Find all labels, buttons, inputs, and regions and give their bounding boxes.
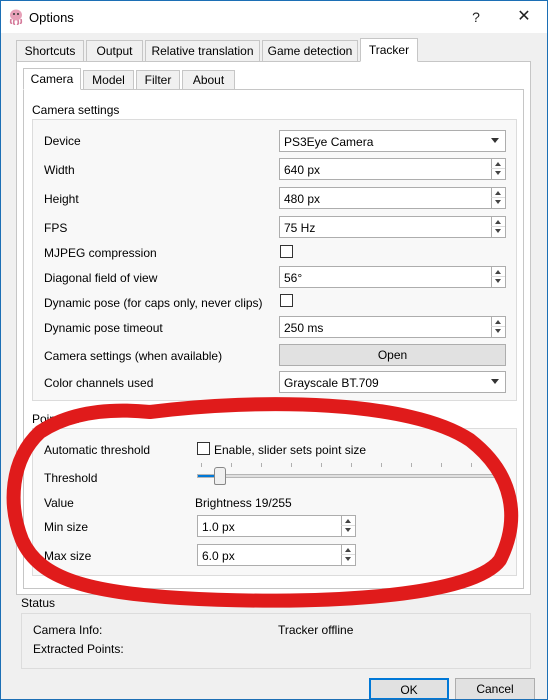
spin-up-icon[interactable] (341, 545, 355, 555)
dynamic-pose-label: Dynamic pose (for caps only, never clips… (44, 296, 263, 310)
slider-tick (351, 463, 352, 467)
fov-value: 56° (284, 271, 303, 285)
spin-down-icon[interactable] (341, 526, 355, 536)
camera-info-value: Tracker offline (278, 623, 354, 637)
min-size-label: Min size (44, 520, 89, 534)
fps-value: 75 Hz (284, 221, 316, 235)
min-size-spinbox[interactable]: 1.0 px (197, 515, 356, 537)
tab-relative-translation[interactable]: Relative translation (145, 40, 260, 62)
width-label: Width (44, 163, 75, 177)
auto-threshold-check-label[interactable]: Enable, slider sets point size (214, 443, 366, 457)
auto-threshold-checkbox[interactable] (197, 442, 210, 455)
camera-settings-open-label: Camera settings (when available) (44, 349, 223, 363)
max-size-label: Max size (44, 549, 92, 563)
threshold-slider-track[interactable] (197, 474, 505, 478)
spin-down-icon[interactable] (341, 555, 355, 565)
slider-tick (201, 463, 202, 467)
min-size-value: 1.0 px (202, 520, 235, 534)
chevron-down-icon (491, 138, 499, 143)
threshold-slider-handle[interactable] (214, 467, 227, 485)
mjpeg-label: MJPEG compression (44, 246, 157, 260)
tab-model[interactable]: Model (83, 70, 134, 90)
spin-up-icon[interactable] (491, 267, 505, 277)
color-channels-label: Color channels used (44, 376, 154, 390)
height-spinbox[interactable]: 480 px (279, 187, 506, 209)
slider-tick (411, 463, 412, 467)
dynamic-pose-timeout-spinbox[interactable]: 250 ms (279, 316, 506, 338)
dynamic-pose-timeout-value: 250 ms (284, 321, 324, 335)
brightness-value: Brightness 19/255 (195, 496, 292, 510)
device-label: Device (44, 134, 81, 148)
tab-filter[interactable]: Filter (136, 70, 180, 90)
fps-label: FPS (44, 221, 68, 235)
fov-spinbox[interactable]: 56° (279, 266, 506, 288)
spin-down-icon[interactable] (491, 198, 505, 208)
slider-tick (231, 463, 232, 467)
height-label: Height (44, 192, 79, 206)
spin-up-icon[interactable] (491, 188, 505, 198)
title-bar: Options ? ✕ (1, 1, 547, 33)
slider-tick (261, 463, 262, 467)
tab-game-detection[interactable]: Game detection (262, 40, 358, 62)
auto-threshold-label: Automatic threshold (44, 443, 151, 457)
chevron-down-icon (491, 379, 499, 384)
color-channels-value: Grayscale BT.709 (284, 376, 379, 390)
slider-tick (471, 463, 472, 467)
fov-label: Diagonal field of view (44, 271, 158, 285)
camera-settings-title: Camera settings (32, 103, 120, 117)
fps-spinbox[interactable]: 75 Hz (279, 216, 506, 238)
device-value: PS3Eye Camera (284, 135, 374, 149)
slider-tick (501, 463, 502, 467)
height-value: 480 px (284, 192, 321, 206)
width-spinbox[interactable]: 640 px (279, 158, 506, 180)
spin-up-icon[interactable] (491, 217, 505, 227)
camera-info-label: Camera Info: (33, 623, 103, 637)
spin-down-icon[interactable] (491, 327, 505, 337)
extracted-points-label: Extracted Points: (33, 642, 124, 656)
spin-down-icon[interactable] (491, 277, 505, 287)
slider-tick (291, 463, 292, 467)
help-button[interactable]: ? (453, 1, 499, 33)
open-camera-settings-button[interactable]: Open (279, 344, 506, 366)
close-button[interactable]: ✕ (501, 1, 547, 33)
dynamic-pose-timeout-label: Dynamic pose timeout (44, 321, 163, 335)
point-extraction-title: Point ext (32, 412, 79, 426)
tab-output[interactable]: Output (86, 40, 143, 62)
tab-about[interactable]: About (182, 70, 235, 90)
status-group (21, 613, 531, 669)
ok-button[interactable]: OK (369, 678, 449, 699)
dynamic-pose-checkbox[interactable] (280, 294, 293, 307)
octopus-app-icon (9, 9, 23, 25)
spin-down-icon[interactable] (491, 227, 505, 237)
slider-tick (321, 463, 322, 467)
width-value: 640 px (284, 163, 321, 177)
max-size-spinbox[interactable]: 6.0 px (197, 544, 356, 566)
tab-camera[interactable]: Camera (23, 68, 81, 90)
window-title: Options (29, 10, 74, 25)
cancel-button[interactable]: Cancel (455, 678, 535, 699)
spin-up-icon[interactable] (491, 317, 505, 327)
color-channels-select[interactable]: Grayscale BT.709 (279, 371, 506, 393)
max-size-value: 6.0 px (202, 549, 235, 563)
options-dialog: Options ? ✕ Shortcuts Output Relative tr… (0, 0, 548, 700)
slider-tick (381, 463, 382, 467)
value-label: Value (44, 496, 74, 510)
tab-shortcuts[interactable]: Shortcuts (16, 40, 84, 62)
spin-down-icon[interactable] (491, 169, 505, 179)
threshold-label: Threshold (44, 471, 98, 485)
device-select[interactable]: PS3Eye Camera (279, 130, 506, 152)
slider-tick (441, 463, 442, 467)
spin-up-icon[interactable] (491, 159, 505, 169)
spin-up-icon[interactable] (341, 516, 355, 526)
tab-tracker[interactable]: Tracker (360, 38, 418, 62)
mjpeg-checkbox[interactable] (280, 245, 293, 258)
status-title: Status (21, 596, 56, 610)
